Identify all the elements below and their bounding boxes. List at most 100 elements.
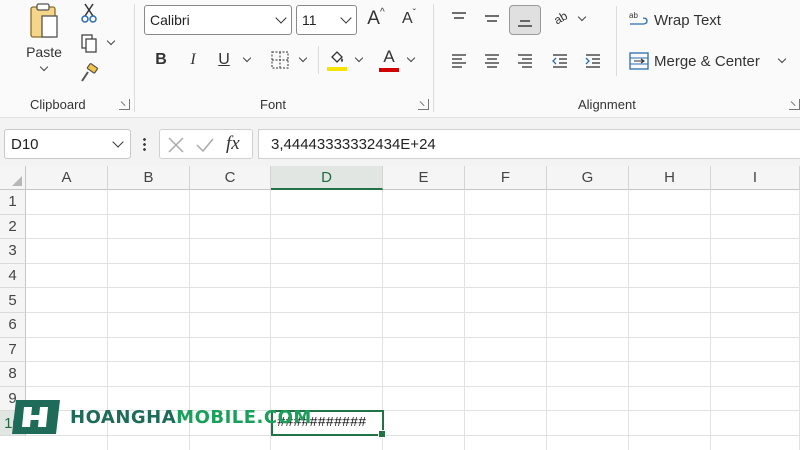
paste-label: Paste xyxy=(26,44,62,60)
row-header-2[interactable]: 2 xyxy=(0,214,26,240)
fill-color-dropdown-icon[interactable] xyxy=(354,53,364,63)
increase-font-size-icon: A xyxy=(367,8,380,29)
column-header-e[interactable]: E xyxy=(383,166,465,190)
font-color-dropdown-icon[interactable] xyxy=(406,53,416,63)
merge-center-button[interactable]: Merge & Center xyxy=(628,49,768,73)
font-dialog-launcher-icon[interactable] xyxy=(418,99,429,110)
brand-logo-icon xyxy=(12,400,60,434)
excel-window: Paste Clipboard Calibri 11 A ^ A ˇ B I U… xyxy=(0,0,800,450)
orientation-button[interactable]: ab xyxy=(548,6,574,30)
font-size-select[interactable]: 11 xyxy=(296,5,357,35)
row-header-5[interactable]: 5 xyxy=(0,288,26,313)
fill-color-button[interactable] xyxy=(325,46,349,74)
alignment-dialog-launcher-icon[interactable] xyxy=(789,99,800,110)
chevron-down-icon xyxy=(275,12,287,24)
align-left-button[interactable] xyxy=(447,49,471,73)
cut-button[interactable] xyxy=(77,2,101,24)
align-right-button[interactable] xyxy=(513,49,537,73)
increase-indent-button[interactable] xyxy=(581,49,605,73)
format-painter-button[interactable] xyxy=(77,62,101,84)
top-align-button[interactable] xyxy=(447,7,471,31)
font-size-value: 11 xyxy=(302,12,317,28)
borders-icon xyxy=(271,51,289,69)
align-center-button[interactable] xyxy=(480,49,504,73)
orientation-dropdown-icon[interactable] xyxy=(577,12,587,22)
wrap-text-label: Wrap Text xyxy=(654,11,721,29)
cancel-icon[interactable] xyxy=(167,136,185,154)
bold-button[interactable]: B xyxy=(150,48,172,72)
font-name-select[interactable]: Calibri xyxy=(144,5,292,35)
column-header-g[interactable]: G xyxy=(547,166,629,190)
merge-center-dropdown-icon[interactable] xyxy=(777,54,787,64)
wrap-text-icon: ab xyxy=(629,11,648,25)
paste-button[interactable]: Paste xyxy=(20,2,68,84)
decrease-font-size-button[interactable]: Aˇ xyxy=(397,6,421,32)
column-header-h[interactable]: H xyxy=(629,166,711,190)
column-header-b[interactable]: B xyxy=(108,166,190,190)
decrease-font-size-icon: A xyxy=(401,10,413,27)
column-header-d[interactable]: D xyxy=(271,166,383,190)
name-box[interactable]: D10 xyxy=(4,129,131,159)
enter-checkmark-icon[interactable] xyxy=(195,136,215,154)
insert-function-button[interactable]: fx xyxy=(226,133,240,155)
bold-label: B xyxy=(155,51,167,68)
row-header-7[interactable]: 7 xyxy=(0,337,26,363)
format-painter-icon xyxy=(81,63,99,82)
increase-font-size-button[interactable]: A ^ xyxy=(364,6,388,32)
bottom-align-icon xyxy=(518,20,532,27)
row-header-1[interactable]: 1 xyxy=(0,190,26,215)
formula-actions: fx xyxy=(159,129,253,159)
formula-input[interactable]: 3,44443333332434E+24 xyxy=(258,129,800,159)
gridline xyxy=(26,238,800,240)
gridline xyxy=(26,262,800,264)
ribbon-separator xyxy=(318,46,319,74)
underline-dropdown-icon[interactable] xyxy=(242,53,252,63)
top-align-icon xyxy=(452,12,466,19)
font-color-button[interactable]: A xyxy=(377,46,401,74)
increase-indent-icon xyxy=(585,54,600,68)
merge-center-icon xyxy=(629,52,649,70)
underline-button[interactable]: U xyxy=(213,48,235,72)
wrap-text-button[interactable]: ab Wrap Text xyxy=(628,8,728,32)
formula-bar: D10 fx 3,44443333332434E+24 xyxy=(0,124,800,164)
ribbon: Paste Clipboard Calibri 11 A ^ A ˇ B I U… xyxy=(0,0,800,118)
gridline xyxy=(26,287,800,289)
bottom-align-button[interactable] xyxy=(509,5,541,35)
select-all-button[interactable] xyxy=(0,166,26,190)
watermark-logo: HOANGHAMOBILE.COM xyxy=(8,398,312,436)
ribbon-separator xyxy=(616,6,617,76)
alignment-group-label: Alignment xyxy=(578,97,636,112)
decrease-indent-icon xyxy=(552,54,567,68)
underline-label: U xyxy=(218,51,230,68)
middle-align-button[interactable] xyxy=(480,7,504,31)
align-left-icon xyxy=(452,54,466,68)
gridline xyxy=(26,336,800,338)
copy-button[interactable] xyxy=(77,32,101,54)
align-center-icon xyxy=(485,54,499,68)
paste-dropdown-icon[interactable] xyxy=(39,62,49,72)
more-options-icon[interactable] xyxy=(143,137,146,151)
column-header-a[interactable]: A xyxy=(26,166,108,190)
font-name-value: Calibri xyxy=(150,12,190,28)
copy-dropdown-icon[interactable] xyxy=(106,36,116,46)
gridline xyxy=(26,385,800,387)
row-header-6[interactable]: 6 xyxy=(0,313,26,338)
borders-button[interactable] xyxy=(268,48,292,72)
borders-dropdown-icon[interactable] xyxy=(298,53,308,63)
column-header-c[interactable]: C xyxy=(190,166,271,190)
decrease-indent-button[interactable] xyxy=(548,49,572,73)
column-header-f[interactable]: F xyxy=(465,166,547,190)
font-group-label: Font xyxy=(260,97,287,112)
row-header-4[interactable]: 4 xyxy=(0,263,26,289)
orientation-icon: ab xyxy=(551,8,571,28)
clipboard-dialog-launcher-icon[interactable] xyxy=(119,99,130,110)
column-header-i[interactable]: I xyxy=(711,166,800,190)
ribbon-separator xyxy=(433,4,434,112)
copy-icon xyxy=(81,34,97,53)
row-header-8[interactable]: 8 xyxy=(0,362,26,387)
scissors-icon xyxy=(81,3,97,23)
italic-button[interactable]: I xyxy=(182,48,204,72)
row-header-3[interactable]: 3 xyxy=(0,239,26,264)
clipboard-icon xyxy=(30,3,58,38)
paint-bucket-icon xyxy=(331,51,343,63)
